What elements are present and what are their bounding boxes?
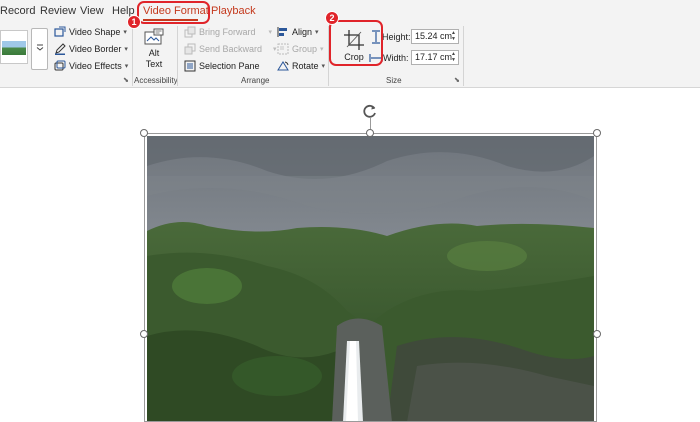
video-effects-label: Video Effects [69, 61, 122, 71]
align-button[interactable]: Align ▾ [277, 25, 319, 39]
spinner-arrows-icon[interactable]: ▲ ▼ [451, 51, 456, 63]
step-badge-1: 1 [127, 15, 141, 29]
bring-forward-label: Bring Forward [199, 27, 256, 37]
group-button[interactable]: Group ▾ [277, 42, 324, 56]
pen-icon [55, 43, 66, 55]
tab-view[interactable]: View [80, 5, 104, 17]
resize-handle-top-center[interactable] [366, 129, 374, 137]
rotation-stem [370, 118, 371, 129]
chevron-down-icon: ▾ [124, 46, 128, 53]
video-style-thumbnail[interactable] [0, 30, 28, 64]
group-divider [132, 26, 133, 86]
send-backward-button[interactable]: Send Backward ▾ [184, 42, 277, 56]
size-group-label: Size [386, 76, 402, 85]
selection-pane-button[interactable]: Selection Pane [184, 59, 260, 73]
accessibility-group-label: Accessibility [134, 76, 178, 85]
step-badge-2: 2 [325, 11, 339, 25]
chevron-down-icon: ▾ [123, 29, 127, 36]
selection-pane-label: Selection Pane [199, 61, 260, 71]
group-divider [177, 26, 178, 86]
video-border-label: Video Border [69, 44, 122, 54]
width-label: Width: [383, 53, 409, 63]
rotate-button[interactable]: Rotate ▾ [277, 59, 325, 73]
resize-handle-middle-left[interactable] [140, 330, 148, 338]
selection-frame [144, 133, 597, 422]
effects-icon [54, 60, 66, 71]
group-label: Group [292, 44, 318, 54]
thumbnail-landscape-icon [2, 41, 26, 55]
align-label: Align [292, 27, 313, 37]
gallery-more-button[interactable] [31, 28, 48, 70]
video-shape-button[interactable]: Video Shape ▾ [54, 25, 127, 39]
height-value: 15.24 cm [415, 31, 453, 41]
chevron-down-icon: ▾ [315, 29, 319, 36]
chevron-down-icon: ▾ [124, 63, 129, 70]
width-spinner[interactable]: 17.17 cm ▲ ▼ [411, 50, 459, 65]
resize-handle-middle-right[interactable] [593, 330, 601, 338]
bring-forward-icon [184, 26, 196, 38]
align-icon [277, 27, 287, 37]
rotate-label: Rotate [292, 61, 319, 71]
spinner-arrows-icon[interactable]: ▲ ▼ [451, 30, 456, 42]
chevron-down-icon [36, 44, 43, 51]
width-value: 17.17 cm [415, 52, 453, 62]
alt-text-icon [144, 28, 164, 45]
bring-forward-button[interactable]: Bring Forward ▾ [184, 25, 272, 39]
selection-pane-icon [184, 60, 196, 72]
chevron-down-icon: ▾ [321, 63, 326, 70]
chevron-down-icon: ▾ [320, 46, 324, 53]
callout-video-format-tab [137, 1, 210, 24]
group-divider [463, 26, 464, 86]
tab-playback[interactable]: Playback [211, 5, 256, 17]
dialog-launcher-icon[interactable]: ⬊ [454, 76, 460, 84]
resize-handle-top-right[interactable] [593, 129, 601, 137]
alt-text-button[interactable]: Alt Text [139, 26, 169, 72]
rotate-icon [277, 61, 289, 71]
rotate-handle-icon[interactable] [362, 103, 378, 119]
group-icon [277, 43, 289, 55]
send-backward-label: Send Backward [199, 44, 263, 54]
alt-text-label-line1: Alt [148, 48, 160, 58]
ribbon-tab-bar: Record Review View Help Video Format Pla… [0, 0, 700, 22]
tab-record[interactable]: Record [0, 5, 35, 17]
resize-handle-top-left[interactable] [140, 129, 148, 137]
dialog-launcher-icon[interactable]: ⬊ [123, 76, 129, 84]
video-border-button[interactable]: Video Border ▾ [54, 42, 128, 56]
send-backward-icon [184, 43, 196, 55]
height-spinner[interactable]: 15.24 cm ▲ ▼ [411, 29, 459, 44]
video-effects-button[interactable]: Video Effects ▾ [54, 59, 128, 73]
video-shape-label: Video Shape [69, 27, 121, 37]
chevron-down-icon: ▾ [268, 29, 273, 36]
arrange-group-label: Arrange [241, 76, 270, 85]
tab-review[interactable]: Review [40, 5, 76, 17]
callout-crop-button [329, 20, 383, 66]
alt-text-label-line2: Text [145, 59, 163, 69]
video-shape-icon [54, 26, 66, 37]
height-label: Height: [382, 32, 411, 42]
